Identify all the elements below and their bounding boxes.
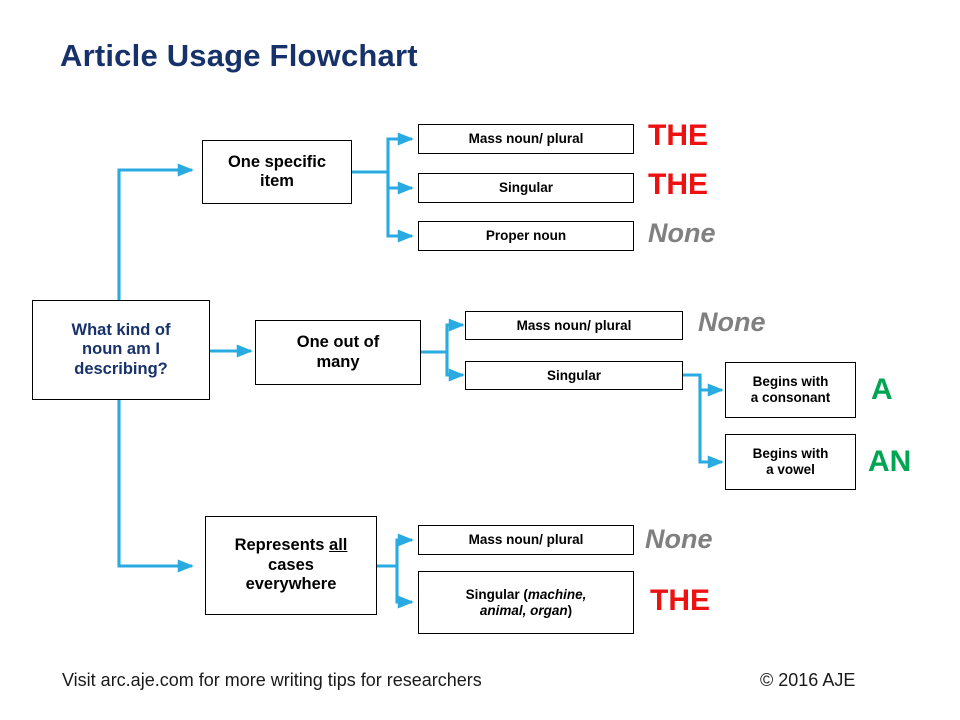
represents-all-line-1: Represents all (235, 536, 348, 555)
specific-singular-label: Singular (498, 180, 553, 196)
node-specific-mass-noun-plural[interactable]: Mass noun/ plural (418, 124, 634, 154)
connector-singular-to-vowel (698, 375, 724, 469)
connector-many-to-singular (445, 352, 465, 382)
begins-with-vowel-line-2: a vowel (766, 462, 815, 477)
root-question-line-1: What kind of (71, 320, 171, 339)
node-all-mass-noun-plural[interactable]: Mass noun/ plural (418, 525, 634, 555)
one-specific-item-line-1: One specific (227, 152, 327, 171)
verdict-begins-with-consonant: A (871, 373, 893, 406)
verdict-specific-proper-noun: None (648, 218, 716, 248)
begins-with-consonant-line-2: a consonant (750, 390, 831, 405)
node-begins-with-consonant[interactable]: Begins with a consonant (725, 362, 856, 418)
verdict-all-singular: THE (650, 584, 710, 617)
represents-all-underlined: all (329, 536, 348, 555)
connector-root-to-represents-all (117, 400, 194, 573)
represents-all-line-3: everywhere (245, 575, 337, 594)
all-mass-noun-plural-label: Mass noun/ plural (468, 532, 584, 548)
all-singular-line-2: animal, organ) (466, 603, 587, 619)
connector-all-to-mass-noun (377, 533, 414, 568)
node-begins-with-vowel[interactable]: Begins with a vowel (725, 434, 856, 490)
all-singular-line-1: Singular (machine, (466, 587, 587, 603)
node-many-singular[interactable]: Singular (465, 361, 683, 390)
represents-all-line-2: cases (268, 555, 314, 574)
flowchart-canvas: Article Usage Flowchart What kind of nou… (0, 0, 960, 720)
root-question-line-2: noun am I (82, 340, 160, 359)
node-represents-all-cases[interactable]: Represents all cases everywhere (205, 516, 377, 615)
footer-copyright: © 2016 AJE (760, 670, 856, 690)
specific-mass-noun-plural-label: Mass noun/ plural (468, 131, 584, 147)
node-root-question[interactable]: What kind of noun am I describing? (32, 300, 210, 400)
connector-singular-to-consonant (683, 373, 724, 397)
all-singular-prefix: Singular ( (465, 586, 528, 602)
node-many-mass-noun-plural[interactable]: Mass noun/ plural (465, 311, 683, 340)
represents-all-prefix: Represents (234, 536, 330, 555)
connector-many-to-mass-noun (421, 318, 465, 354)
many-mass-noun-plural-label: Mass noun/ plural (516, 317, 632, 333)
verdict-begins-with-vowel: AN (868, 445, 912, 478)
begins-with-vowel-line-1: Begins with (752, 446, 829, 462)
one-out-of-many-line-2: many (316, 352, 360, 371)
page-title: Article Usage Flowchart (60, 38, 418, 73)
node-specific-singular[interactable]: Singular (418, 173, 634, 203)
all-singular-example-1: machine, (527, 586, 587, 602)
connector-root-to-one-specific-item (117, 163, 194, 300)
verdict-specific-mass-noun-plural: THE (648, 119, 708, 152)
specific-proper-noun-label: Proper noun (485, 228, 567, 244)
node-one-specific-item[interactable]: One specific item (202, 140, 352, 204)
connector-specific-to-mass-noun (352, 132, 414, 174)
many-singular-label: Singular (546, 367, 601, 383)
root-question-line-3: describing? (74, 359, 168, 378)
verdict-many-mass-noun-plural: None (698, 307, 766, 337)
begins-with-consonant-line-1: Begins with (752, 374, 829, 390)
all-singular-suffix: ) (567, 602, 573, 618)
node-specific-proper-noun[interactable]: Proper noun (418, 221, 634, 251)
one-out-of-many-line-1: One out of (296, 333, 380, 352)
verdict-all-mass-noun-plural: None (645, 524, 713, 554)
all-singular-example-2: animal, organ (479, 602, 568, 618)
footer-visit-text: Visit arc.aje.com for more writing tips … (62, 670, 482, 690)
one-specific-item-line-2: item (260, 172, 294, 190)
node-all-singular-examples[interactable]: Singular (machine, animal, organ) (418, 571, 634, 634)
connector-all-to-singular (395, 566, 414, 609)
node-one-out-of-many[interactable]: One out of many (255, 320, 421, 385)
verdict-specific-singular: THE (648, 168, 708, 201)
connector-specific-to-singular (386, 172, 414, 195)
connector-specific-to-proper-noun (386, 172, 414, 243)
